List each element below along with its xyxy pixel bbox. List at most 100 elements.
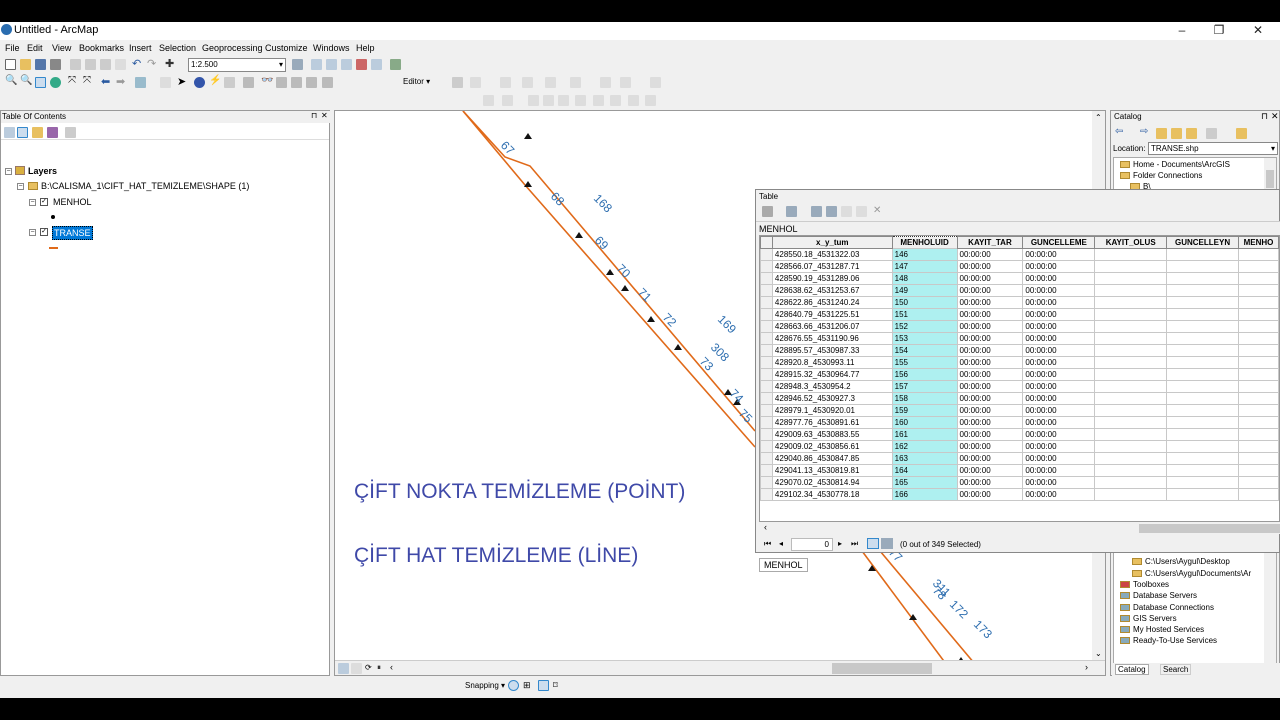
time-slider-icon[interactable] [306,77,317,88]
cell-menho[interactable] [1238,368,1279,381]
layer-transe[interactable]: TRANSE [52,226,93,240]
cell-menho[interactable] [1238,392,1279,405]
record-number-input[interactable]: 0 [791,538,833,551]
catalog-window-icon[interactable] [326,59,337,70]
cell-x-y-tum[interactable]: 429041.13_4530819.81 [771,464,893,477]
cell-kayit-tar[interactable]: 00:00:00 [956,452,1024,465]
cell-x-y-tum[interactable]: 428915.32_4530964.77 [771,368,893,381]
collapse-layers-icon[interactable]: − [5,168,12,175]
menu-selection[interactable]: Selection [159,43,196,53]
cell-menholuid[interactable]: 158 [891,392,958,405]
table-row[interactable]: 428550.18_4531322.03 146 00:00:00 00:00:00 [760,248,1279,261]
print-icon[interactable] [50,59,61,70]
row-selector[interactable] [760,272,773,285]
zoom-out-icon[interactable]: 🔍 [20,75,32,86]
table-row[interactable]: 428920.8_4530993.11 155 00:00:00 00:00:00 [760,356,1279,369]
table-tab-menhol[interactable]: MENHOL [759,558,808,572]
cell-menholuid[interactable]: 146 [891,248,958,261]
edit-tool-icon[interactable] [452,77,463,88]
table-row[interactable]: 429040.86_4530847.85 163 00:00:00 00:00:00 [760,452,1279,465]
reshape-icon[interactable] [570,77,581,88]
menu-bookmarks[interactable]: Bookmarks [79,43,124,53]
cell-x-y-tum[interactable]: 428977.76_4530891.61 [771,416,893,429]
model-builder-icon[interactable] [390,59,401,70]
editor-menu[interactable]: Editor ▾ [403,77,430,86]
cell-guncelleme[interactable]: 00:00:00 [1022,464,1096,477]
cell-menholuid[interactable]: 159 [891,404,958,417]
table-hscroll[interactable]: ‹ [759,522,1280,534]
close-icon[interactable]: ✕ [1248,23,1268,39]
scroll-left-icon[interactable]: ‹ [390,662,401,673]
cell-guncelleme[interactable]: 00:00:00 [1022,392,1096,405]
row-selector[interactable] [760,248,773,261]
pause-drawing-icon[interactable]: ⏸ [377,663,388,674]
catalog-pin-icon[interactable]: ⊓ [1261,111,1268,122]
find-icon[interactable]: 👓 [261,75,273,86]
select-by-attributes-icon[interactable] [811,206,822,217]
cell-menho[interactable] [1238,416,1279,429]
column-header[interactable]: MENHOLUID [891,236,958,249]
cell-kayit-tar[interactable]: 00:00:00 [956,416,1024,429]
cell-guncelleyn[interactable] [1166,296,1239,309]
table-row[interactable]: 428638.62_4531253.67 149 00:00:00 00:00:00 [760,284,1279,297]
cell-menholuid[interactable]: 160 [891,416,958,429]
copy-icon[interactable] [85,59,96,70]
row-selector[interactable] [760,380,773,393]
new-folder-icon[interactable] [1236,128,1247,139]
create-features-icon[interactable] [650,77,661,88]
transe-visibility-checkbox[interactable]: ✓ [40,228,48,236]
cell-guncelleyn[interactable] [1166,428,1239,441]
cell-guncelleyn[interactable] [1166,344,1239,357]
cell-guncelleyn[interactable] [1166,488,1239,501]
cell-kayit-olus[interactable] [1094,356,1168,369]
cell-menholuid[interactable]: 147 [891,260,958,273]
menu-edit[interactable]: Edit [27,43,43,53]
cell-menho[interactable] [1238,284,1279,297]
paste-icon[interactable] [100,59,111,70]
cell-guncelleyn[interactable] [1166,452,1239,465]
cell-x-y-tum[interactable]: 428676.55_4531190.96 [771,332,893,345]
back-icon[interactable]: ⬅ [101,75,112,88]
cell-menholuid[interactable]: 162 [891,440,958,453]
menu-view[interactable]: View [52,43,71,53]
views-icon[interactable] [1206,128,1217,139]
menhol-visibility-checkbox[interactable]: ✓ [40,198,48,206]
search-window-icon[interactable] [341,59,352,70]
forward-icon[interactable]: ➡ [116,75,127,88]
catalog-item-toolboxes[interactable]: Toolboxes [1120,580,1169,589]
table-row[interactable]: 429009.02_4530856.61 162 00:00:00 00:00:00 [760,440,1279,453]
cell-guncelleme[interactable]: 00:00:00 [1022,260,1096,273]
scroll-right-icon[interactable]: › [1085,662,1096,673]
catalog-item-documents[interactable]: C:\Users\Aygul\Documents\Ar [1132,569,1251,578]
row-selector[interactable] [760,440,773,453]
catalog-scroll-thumb[interactable] [1266,170,1274,188]
row-selector[interactable] [760,428,773,441]
cell-menholuid[interactable]: 153 [891,332,958,345]
show-all-records-icon[interactable] [867,538,879,549]
cell-menho[interactable] [1238,332,1279,345]
next-record-icon[interactable]: ▸ [838,539,842,548]
table-row[interactable]: 428977.76_4530891.61 160 00:00:00 00:00:00 [760,416,1279,429]
row-selector[interactable] [760,404,773,417]
data-view-icon[interactable] [351,663,362,674]
column-header[interactable]: GUNCELLEME [1022,236,1096,249]
row-selector[interactable] [760,368,773,381]
sketch-line-icon[interactable] [470,77,481,88]
catalog-back-icon[interactable]: ⇦ [1115,126,1126,137]
cell-x-y-tum[interactable]: 428895.57_4530987.33 [771,344,893,357]
cell-menholuid[interactable]: 154 [891,344,958,357]
cell-menho[interactable] [1238,308,1279,321]
open-icon[interactable] [20,59,31,70]
cell-x-y-tum[interactable]: 429009.63_4530883.55 [771,428,893,441]
cell-kayit-tar[interactable]: 00:00:00 [956,380,1024,393]
cell-x-y-tum[interactable]: 428663.66_4531206.07 [771,320,893,333]
cell-guncelleyn[interactable] [1166,284,1239,297]
clear-selection-icon[interactable] [160,77,171,88]
horizontal-scrollbar-thumb[interactable] [832,663,932,674]
row-selector[interactable] [760,464,773,477]
prev-record-icon[interactable]: ◂ [779,539,783,548]
cell-kayit-tar[interactable]: 00:00:00 [956,308,1024,321]
cell-guncelleyn[interactable] [1166,248,1239,261]
row-selector[interactable] [760,260,773,273]
catalog-item-hosted-services[interactable]: My Hosted Services [1120,625,1204,634]
